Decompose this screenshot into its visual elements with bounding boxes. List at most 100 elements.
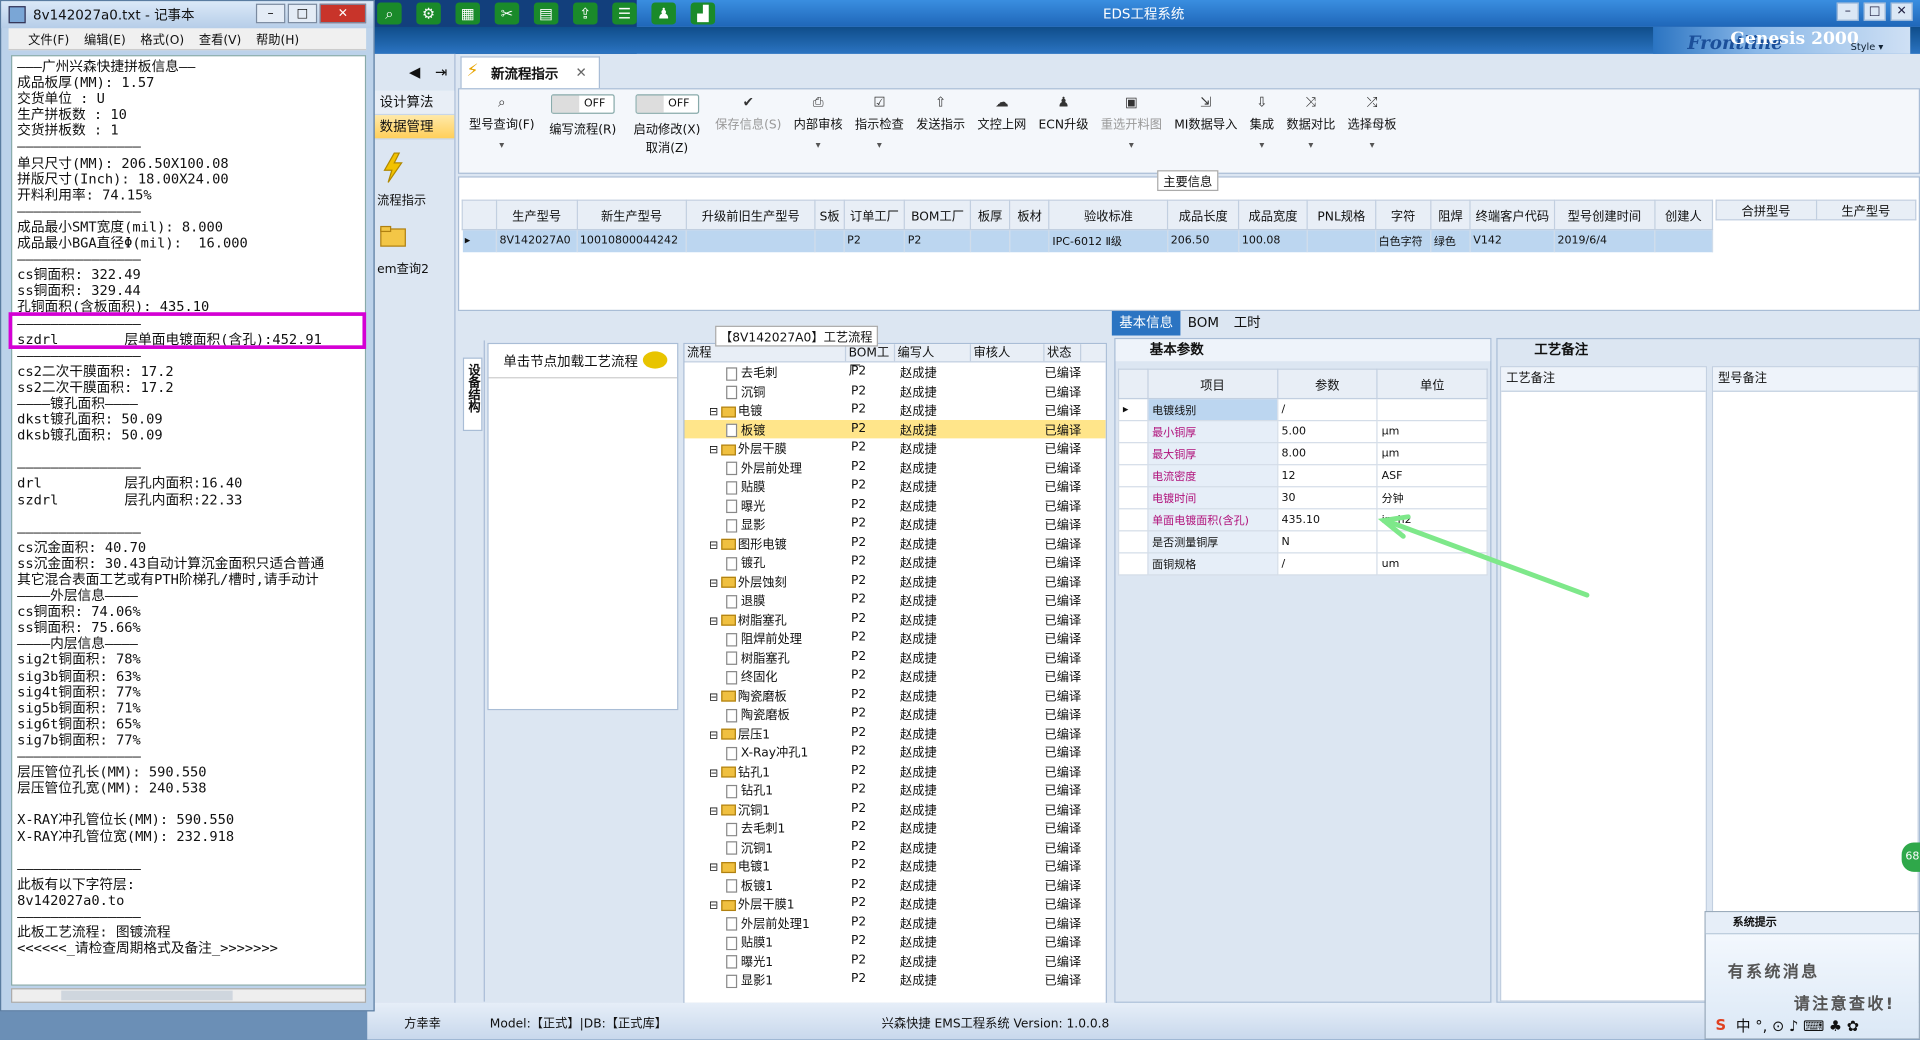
param-value[interactable]: 12: [1276, 464, 1378, 488]
tree-header[interactable]: 审核人: [971, 344, 1045, 362]
grid-cell[interactable]: IPC-6012 Ⅱ级: [1049, 229, 1169, 252]
tree-row[interactable]: 曝光 P2 赵成捷 已编译: [684, 495, 1105, 514]
grid-cell[interactable]: P2: [904, 229, 972, 252]
grid-header[interactable]: 成品长度: [1167, 199, 1240, 231]
tree-node[interactable]: 沉铜1: [684, 837, 846, 856]
tree-header[interactable]: 编写人: [895, 344, 972, 362]
notepad-minimize-icon[interactable]: –: [255, 3, 286, 24]
grid-cell[interactable]: V142: [1470, 229, 1556, 252]
grid-cell[interactable]: 2019/6/4: [1554, 229, 1656, 252]
chevron-down-icon[interactable]: ▾: [1308, 140, 1313, 151]
sidebar-item-1[interactable]: 数据管理: [367, 115, 455, 140]
export-icon[interactable]: ⇪: [573, 2, 598, 25]
tree-node[interactable]: 镀孔: [684, 553, 846, 571]
tree-row[interactable]: X-Ray冲孔1 P2 赵成捷 已编译: [684, 742, 1105, 761]
system-message-popup[interactable]: 系统提示 有系统消息 请注意查收! S 中 °, ⊙ ♪ ⌨ ♣ ✿: [1704, 911, 1920, 1040]
params-row[interactable]: 最小铜厚 5.00 μm: [1117, 420, 1488, 444]
tree-toggle-icon[interactable]: ⊟: [709, 862, 718, 874]
grid-header[interactable]: 成品宽度: [1238, 199, 1308, 231]
tree-row[interactable]: 外层前处理1 P2 赵成捷 已编译: [684, 913, 1105, 932]
tree-header[interactable]: 流程: [684, 344, 847, 362]
tab-equipment[interactable]: 设备结构: [462, 357, 483, 432]
tree-row[interactable]: ⊟ 钻孔1 P2 赵成捷 已编译: [684, 761, 1105, 780]
tree-row[interactable]: 显影 P2 赵成捷 已编译: [684, 514, 1105, 533]
tree-toggle-icon[interactable]: ⊟: [709, 900, 718, 912]
tree-row[interactable]: 板镀1 P2 赵成捷 已编译: [684, 875, 1105, 894]
grid-header[interactable]: 订单工厂: [843, 199, 906, 231]
grid-cell[interactable]: 206.50: [1167, 229, 1240, 252]
grid-header[interactable]: 字符: [1374, 199, 1432, 231]
minimize-icon[interactable]: –: [1836, 2, 1859, 21]
param-value[interactable]: 435.10: [1276, 508, 1378, 532]
tree-node[interactable]: 去毛刺1: [684, 818, 846, 837]
chevron-down-icon[interactable]: ▾: [877, 140, 882, 151]
grid-cell[interactable]: [815, 229, 845, 252]
tree-node[interactable]: 板镀: [684, 420, 846, 438]
tree-row[interactable]: 贴膜 P2 赵成捷 已编译: [684, 476, 1105, 495]
grid-header[interactable]: 终端客户代码: [1469, 199, 1556, 231]
tree-node[interactable]: ⊟ 陶瓷磨板: [684, 685, 846, 703]
param-value[interactable]: N: [1276, 530, 1378, 554]
tree-toggle-icon[interactable]: ⊟: [709, 578, 718, 590]
grid-header[interactable]: 生产型号: [495, 199, 578, 231]
grid-icon[interactable]: ▦: [455, 2, 481, 25]
sidebar-item-0[interactable]: 设计算法: [367, 90, 455, 116]
tree-node[interactable]: 贴膜: [684, 477, 846, 495]
chevron-down-icon[interactable]: ▾: [816, 140, 821, 151]
tree-row[interactable]: 镀孔 P2 赵成捷 已编译: [684, 552, 1105, 571]
tree-node[interactable]: ⊟ 电镀: [684, 401, 846, 419]
tree-toggle-icon[interactable]: ⊟: [709, 407, 718, 419]
tree-node[interactable]: 显影: [684, 515, 846, 533]
tree-row[interactable]: ⊟ 沉铜1 P2 赵成捷 已编译: [684, 799, 1105, 818]
toolbar-button-11[interactable]: ⇩ 集成 ▾: [1245, 92, 1279, 153]
tree-row[interactable]: 终固化 P2 赵成捷 已编译: [684, 666, 1105, 685]
tree-toggle-icon[interactable]: ⊟: [709, 729, 718, 741]
tree-row[interactable]: 外层前处理 P2 赵成捷 已编译: [684, 457, 1105, 476]
sogou-icon[interactable]: S: [1716, 1016, 1727, 1033]
tree-node[interactable]: ⊟ 层压1: [684, 723, 846, 741]
tree-node[interactable]: ⊟ 外层干膜: [684, 439, 846, 457]
chevron-down-icon[interactable]: ▾: [1259, 140, 1264, 151]
grid-header[interactable]: 验收标准: [1048, 199, 1169, 231]
tree-node[interactable]: 贴膜1: [684, 932, 846, 951]
tree-node[interactable]: 显影1: [684, 970, 846, 988]
tree-row[interactable]: 阻焊前处理 P2 赵成捷 已编译: [684, 628, 1105, 647]
grid-header[interactable]: S板: [814, 199, 845, 231]
tree-row[interactable]: 去毛刺 P2 赵成捷 已编译: [684, 362, 1105, 381]
table-row[interactable]: ▸ 8V142027A0 10010800044242 P2 P2 IPC-6012 Ⅱ级…: [462, 229, 1714, 252]
tree-node[interactable]: ⊟ 电镀1: [684, 856, 846, 874]
tree-toggle-icon[interactable]: ⊟: [709, 805, 718, 817]
tree-row[interactable]: ⊟ 树脂塞孔 P2 赵成捷 已编译: [684, 609, 1105, 628]
folder-icon[interactable]: [380, 220, 407, 252]
menu-item[interactable]: 格式(O): [140, 29, 184, 47]
menu-item[interactable]: 编辑(E): [84, 29, 126, 47]
toolbar-button-7[interactable]: ☁ 文控上网: [972, 92, 1031, 135]
tree-node[interactable]: ⊟ 外层干膜1: [684, 894, 846, 912]
tree-node[interactable]: 沉铜: [684, 382, 846, 400]
tree-row[interactable]: ⊟ 电镀 P2 赵成捷 已编译: [684, 400, 1105, 419]
tree-node[interactable]: 钻孔1: [684, 780, 846, 799]
tree-row[interactable]: 沉铜 P2 赵成捷 已编译: [684, 381, 1105, 400]
tree-node[interactable]: 陶瓷磨板: [684, 704, 846, 723]
toolbar-toggle-1[interactable]: OFF 编写流程(R): [542, 92, 624, 140]
grid-cell[interactable]: 10010800044242: [576, 229, 687, 252]
maximize-icon[interactable]: □: [1863, 2, 1886, 21]
nav-label-flow[interactable]: 流程指示: [367, 190, 454, 208]
notification-badge[interactable]: 68: [1901, 842, 1920, 872]
tree-node[interactable]: X-Ray冲孔1: [684, 742, 846, 761]
tree-row[interactable]: ⊟ 电镀1 P2 赵成捷 已编译: [684, 856, 1105, 875]
grid-header[interactable]: 创建人: [1653, 199, 1714, 231]
toolbar-button-12[interactable]: ⤨ 数据对比 ▾: [1281, 92, 1340, 153]
tree-node[interactable]: ⊟ 树脂塞孔: [684, 609, 846, 627]
grid-cell[interactable]: [1009, 229, 1050, 252]
tree-row[interactable]: 钻孔1 P2 赵成捷 已编译: [684, 780, 1105, 799]
tree-node[interactable]: 树脂塞孔: [684, 647, 846, 666]
grid-header[interactable]: 板材: [1009, 199, 1050, 231]
toolbar-button-5[interactable]: ☑ 指示检查 ▾: [850, 92, 909, 153]
tree-row[interactable]: 沉铜1 P2 赵成捷 已编译: [684, 837, 1105, 856]
tree-node[interactable]: 退膜: [684, 591, 846, 609]
grid-header[interactable]: 板厚: [969, 199, 1011, 231]
tree-node[interactable]: 板镀1: [684, 875, 846, 894]
toolbar-toggle-2[interactable]: OFF 启动修改(X) 取消(Z): [626, 92, 708, 158]
tree-toggle-icon[interactable]: ⊟: [709, 445, 718, 457]
